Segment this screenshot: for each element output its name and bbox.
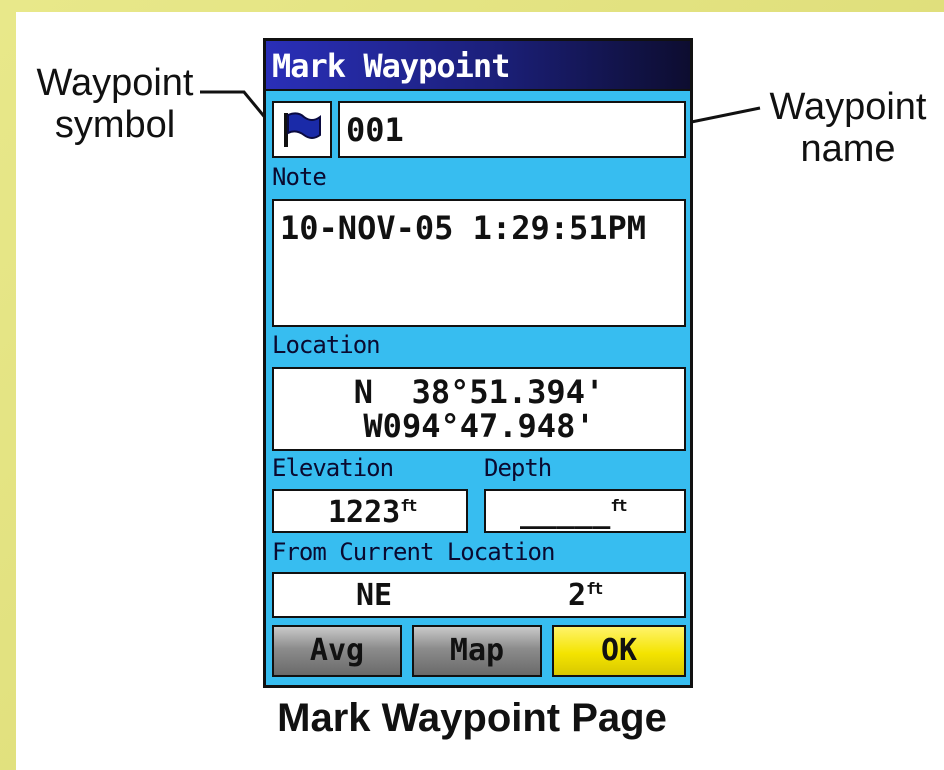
callout-symbol-line2: symbol: [54, 104, 176, 146]
avg-button[interactable]: Avg: [272, 625, 402, 677]
elevation-unit: ft: [400, 496, 417, 515]
depth-label: Depth: [484, 454, 552, 482]
distance-value: 2: [568, 578, 587, 613]
title-bar: Mark Waypoint: [266, 41, 690, 91]
distance-unit: ft: [586, 579, 603, 598]
waypoint-symbol-callout: Waypoint symbol: [20, 62, 210, 146]
page-title: Mark Waypoint: [272, 47, 510, 85]
latitude-value: N 38°51.394': [353, 373, 605, 411]
callout-name-line1: Waypoint: [769, 86, 927, 128]
ok-button[interactable]: OK: [552, 625, 686, 677]
depth-field[interactable]: _____ft: [484, 489, 686, 533]
elevation-field[interactable]: 1223ft: [272, 489, 468, 533]
waypoint-name-callout: Waypoint name: [756, 86, 940, 170]
callout-name-line2: name: [800, 128, 896, 170]
mark-waypoint-screen: Mark Waypoint 001 Note 10-NOV-05 1:29:51…: [263, 38, 693, 688]
note-field[interactable]: 10-NOV-05 1:29:51PM: [272, 199, 686, 327]
callout-symbol-line1: Waypoint: [36, 62, 194, 104]
figure-caption: Mark Waypoint Page: [277, 696, 667, 740]
from-current-location-field[interactable]: NE 2ft: [272, 572, 686, 618]
blue-flag-icon: [284, 112, 321, 147]
note-label: Note: [272, 163, 327, 191]
longitude-value: W094°47.948': [363, 407, 595, 445]
waypoint-name-field[interactable]: 001: [338, 101, 686, 158]
note-value: 10-NOV-05 1:29:51PM: [280, 209, 647, 247]
location-label: Location: [272, 331, 381, 359]
bearing-value: NE: [356, 578, 393, 613]
waypoint-symbol-button[interactable]: [272, 101, 332, 158]
depth-unit: ft: [610, 496, 627, 515]
elevation-label: Elevation: [272, 454, 394, 482]
depth-value: _____: [520, 495, 611, 530]
elevation-value: 1223: [328, 495, 401, 530]
location-field[interactable]: N 38°51.394' W094°47.948': [272, 367, 686, 451]
from-current-location-label: From Current Location: [272, 538, 555, 566]
waypoint-name-value: 001: [346, 111, 404, 149]
map-button[interactable]: Map: [412, 625, 542, 677]
